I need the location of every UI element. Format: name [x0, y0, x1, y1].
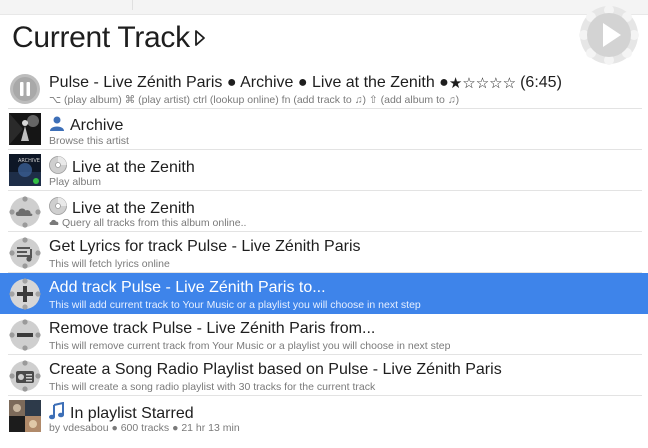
small-cloud-icon [49, 217, 59, 229]
list-item-artist[interactable]: Archive Browse this artist [0, 109, 648, 150]
playlist-cover-thumbnail [9, 400, 41, 432]
list-item-add-track[interactable]: Add track Pulse - Live Zénith Paris to..… [0, 273, 648, 314]
subtitle-text: Query all tracks from this album online.… [62, 217, 247, 229]
artist-name: Archive [70, 116, 124, 134]
album-name: Live at the Zenith [72, 199, 195, 217]
list-item-remove-track[interactable]: Remove track Pulse - Live Zénith Paris f… [0, 314, 648, 355]
item-title: Add track Pulse - Live Zénith Paris to..… [49, 279, 326, 296]
item-subtitle: ⌥ (play album) ⌘ (play artist) ctrl (loo… [49, 94, 460, 106]
item-subtitle: This will create a song radio playlist w… [49, 381, 376, 393]
list-item-album-online[interactable]: Live at the Zenith Query all tracks from… [0, 191, 648, 232]
item-subtitle: Query all tracks from this album online.… [49, 217, 246, 229]
album-name: Live at the Zenith [72, 158, 195, 176]
top-divider [92, 0, 133, 10]
current-track-text: Pulse - Live Zénith Paris ● Archive ● Li… [49, 74, 449, 91]
disclosure-arrow-icon[interactable] [194, 29, 206, 47]
lyrics-icon [9, 237, 41, 269]
item-title: Pulse - Live Zénith Paris ● Archive ● Li… [49, 74, 562, 92]
item-subtitle: This will add current track to Your Musi… [49, 299, 421, 311]
add-icon [9, 278, 41, 310]
results-list: Pulse - Live Zénith Paris ● Archive ● Li… [0, 68, 648, 437]
list-item-lyrics[interactable]: Get Lyrics for track Pulse - Live Zénith… [0, 232, 648, 273]
playlist-name: In playlist Starred [70, 404, 194, 422]
svg-text:ARCHIVE: ARCHIVE [18, 158, 40, 164]
album-cover-thumbnail: ARCHIVE [9, 154, 41, 186]
item-title: Remove track Pulse - Live Zénith Paris f… [49, 320, 376, 337]
rating-stars: ★☆☆☆☆ [448, 74, 517, 92]
list-item-song-radio[interactable]: Create a Song Radio Playlist based on Pu… [0, 355, 648, 396]
artist-thumbnail [9, 113, 41, 145]
item-title: Get Lyrics for track Pulse - Live Zénith… [49, 238, 361, 255]
play-button-icon[interactable] [578, 4, 640, 66]
duration: (6:45) [520, 74, 562, 91]
item-title: Create a Song Radio Playlist based on Pu… [49, 361, 502, 378]
list-item-playlist[interactable]: In playlist Starred by vdesabou ● 600 tr… [0, 396, 648, 437]
item-subtitle: by vdesabou ● 600 tracks ● 21 hr 13 min [49, 422, 240, 434]
item-subtitle: Play album [49, 176, 101, 188]
radio-icon [9, 360, 41, 392]
cloud-icon [9, 196, 41, 228]
page-title: Current Track [12, 21, 190, 54]
header: Current Track [12, 18, 206, 58]
list-item-album[interactable]: ARCHIVE Live at the Zenith Play album [0, 150, 648, 191]
remove-icon [9, 319, 41, 351]
artist-icon [49, 115, 65, 136]
item-subtitle: This will fetch lyrics online [49, 258, 170, 270]
list-item-current-track[interactable]: Pulse - Live Zénith Paris ● Archive ● Li… [0, 68, 648, 109]
item-subtitle: This will remove current track from Your… [49, 340, 451, 352]
pause-icon [9, 73, 41, 105]
item-subtitle: Browse this artist [49, 135, 129, 147]
window-top-strip [0, 0, 648, 15]
item-title: Archive [49, 115, 123, 136]
